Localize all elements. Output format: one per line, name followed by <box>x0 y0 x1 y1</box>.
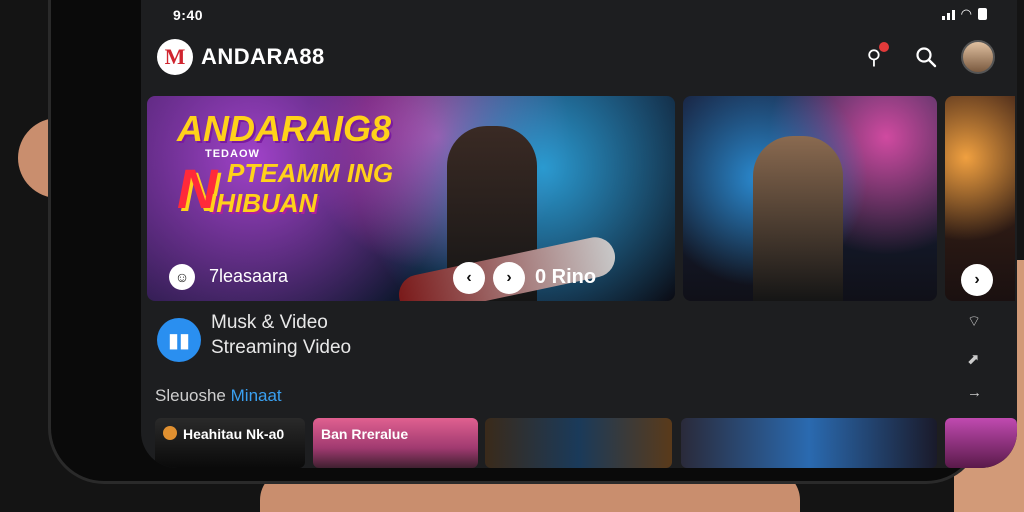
thumbnail-4[interactable] <box>681 418 937 468</box>
bookmark-icon[interactable]: ⌔ <box>967 312 981 331</box>
phone-screen: 9:40 ◠ M ANDARA88 ⚲ ANDARAIG8 TEDAOW N P… <box>141 0 1017 468</box>
signal-icon <box>941 8 955 20</box>
notification-badge <box>879 42 889 52</box>
control-label: 0 Rino <box>535 266 597 288</box>
thumbnail-5[interactable] <box>945 418 1017 468</box>
video-card-3[interactable]: › <box>945 96 1015 301</box>
arrow-right-icon: › <box>506 269 512 286</box>
thumbnail-2[interactable]: Ban Rreralue <box>313 418 478 468</box>
thumbnail-1[interactable]: Heahitau Nk-a0 <box>155 418 305 468</box>
search-icon <box>916 47 937 68</box>
hero-title-middle: PTEAMM ING <box>227 158 394 188</box>
streaming-app-icon[interactable]: ▮▮ <box>157 318 201 362</box>
wifi-icon: ◠ <box>960 6 972 21</box>
featured-video-card[interactable]: ANDARAIG8 TEDAOW N PTEAMM ING IHIBUAN ☺ … <box>147 96 675 301</box>
avatar[interactable] <box>961 40 995 74</box>
channel-icon[interactable]: ☺ <box>169 264 195 290</box>
logo-letter: M <box>164 44 186 69</box>
notification-button[interactable]: ⚲ <box>861 42 889 70</box>
arrow-right-icon: › <box>974 271 980 288</box>
section-heading[interactable]: Sleuoshe Minaat <box>155 386 282 406</box>
channel-name: 7leasaara <box>209 266 289 286</box>
status-time: 9:40 <box>173 7 204 23</box>
phone-frame: 9:40 ◠ M ANDARA88 ⚲ ANDARAIG8 TEDAOW N P… <box>48 0 1017 484</box>
thumbnail-3[interactable] <box>485 418 672 468</box>
info-title: Musk & Video <box>211 312 328 333</box>
search-button[interactable] <box>913 44 939 70</box>
hero-title-bottom: IHIBUAN <box>209 188 318 218</box>
app-header: M ANDARA88 ⚲ <box>141 30 1017 86</box>
guitarist-image <box>753 136 843 301</box>
section-link[interactable]: Minaat <box>231 386 282 405</box>
thumbnail-label: Ban Rreralue <box>321 426 409 442</box>
status-icons: ◠ <box>941 6 987 22</box>
status-bar: 9:40 ◠ <box>141 0 1017 28</box>
more-arrow-icon[interactable]: → <box>967 384 982 401</box>
info-subtitle: Streaming Video <box>211 337 352 358</box>
app-name: ANDARA88 <box>201 44 325 69</box>
section-label: Sleuoshe <box>155 386 226 405</box>
thumbnail-label: Heahitau Nk-a0 <box>183 426 285 442</box>
arrow-left-icon: ‹ <box>466 269 472 286</box>
next-button[interactable]: › <box>493 262 525 294</box>
carousel-next-button[interactable]: › <box>961 264 993 296</box>
app-logo[interactable]: M <box>157 39 193 75</box>
battery-icon <box>978 8 987 20</box>
previous-button[interactable]: ‹ <box>453 262 485 294</box>
hero-title-top: ANDARAIG8 <box>177 108 392 149</box>
music-bars-icon: ▮▮ <box>167 329 190 352</box>
video-card-2[interactable] <box>683 96 937 301</box>
live-dot-icon <box>163 426 177 440</box>
share-icon[interactable]: ⬈ <box>967 350 980 368</box>
